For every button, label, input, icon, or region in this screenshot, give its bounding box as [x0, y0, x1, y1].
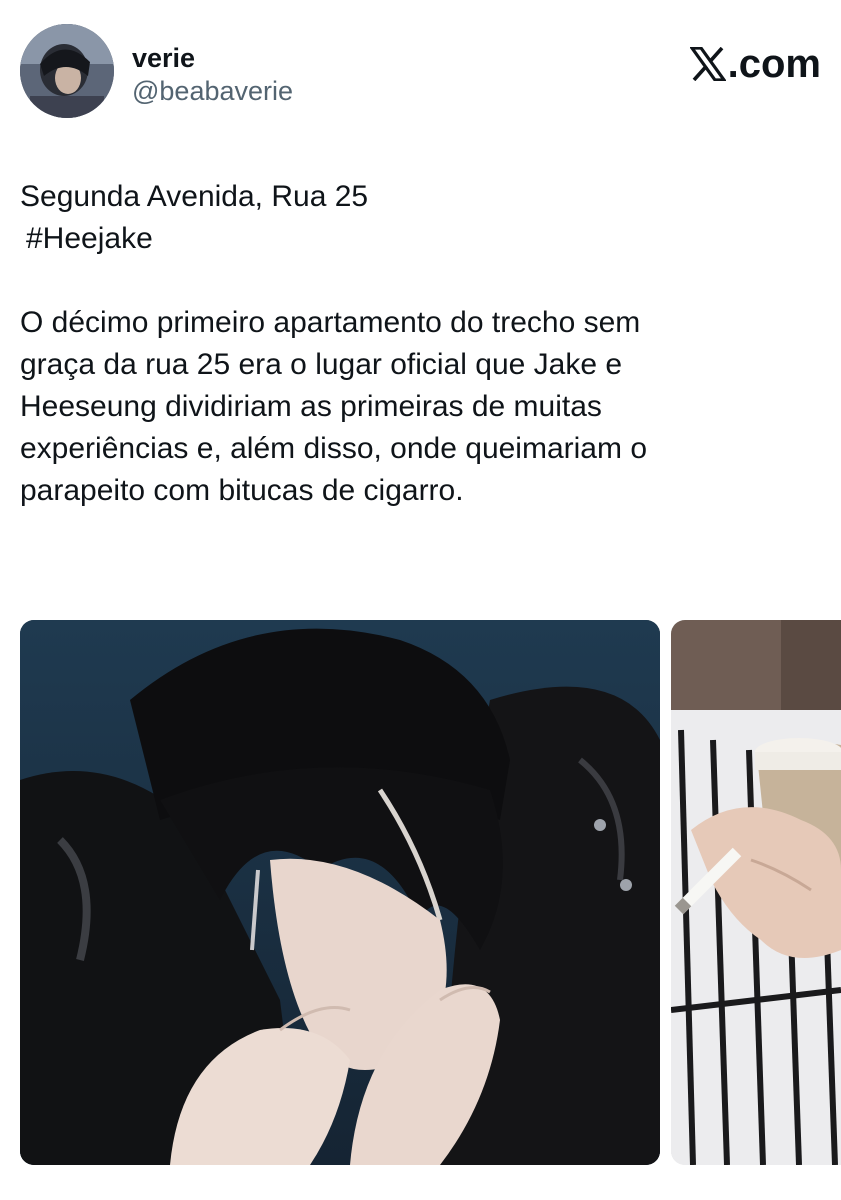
hashtag-link[interactable]: #Heejake [20, 222, 153, 255]
tweet-body-line: graça da rua 25 era o lugar oficial que … [20, 348, 623, 381]
tweet-body-line: experiências e, além disso, onde queimar… [20, 432, 647, 465]
brand-label: .com [727, 42, 821, 86]
display-name[interactable]: verie [132, 42, 293, 74]
photo-cigarette-coffee[interactable] [671, 620, 841, 1165]
user-handle[interactable]: @beabaverie [132, 74, 293, 108]
x-logo-icon [689, 47, 728, 81]
avatar[interactable] [20, 24, 114, 118]
photo-person-dark-hair[interactable] [20, 620, 660, 1165]
x-brand[interactable]: .com [689, 42, 821, 86]
media-gallery [20, 620, 841, 1165]
tweet-header: verie @beabaverie .com [20, 24, 821, 124]
tweet-text: Segunda Avenida, Rua 25 #Heejake O décim… [20, 176, 820, 512]
author-block: verie @beabaverie [132, 42, 293, 108]
tweet-line-title: Segunda Avenida, Rua 25 [20, 180, 369, 213]
tweet-body-line: Heeseung dividiriam as primeiras de muit… [20, 390, 602, 423]
tweet-body-line: parapeito com bitucas de cigarro. [20, 474, 464, 507]
tweet-body-line: O décimo primeiro apartamento do trecho … [20, 306, 641, 339]
